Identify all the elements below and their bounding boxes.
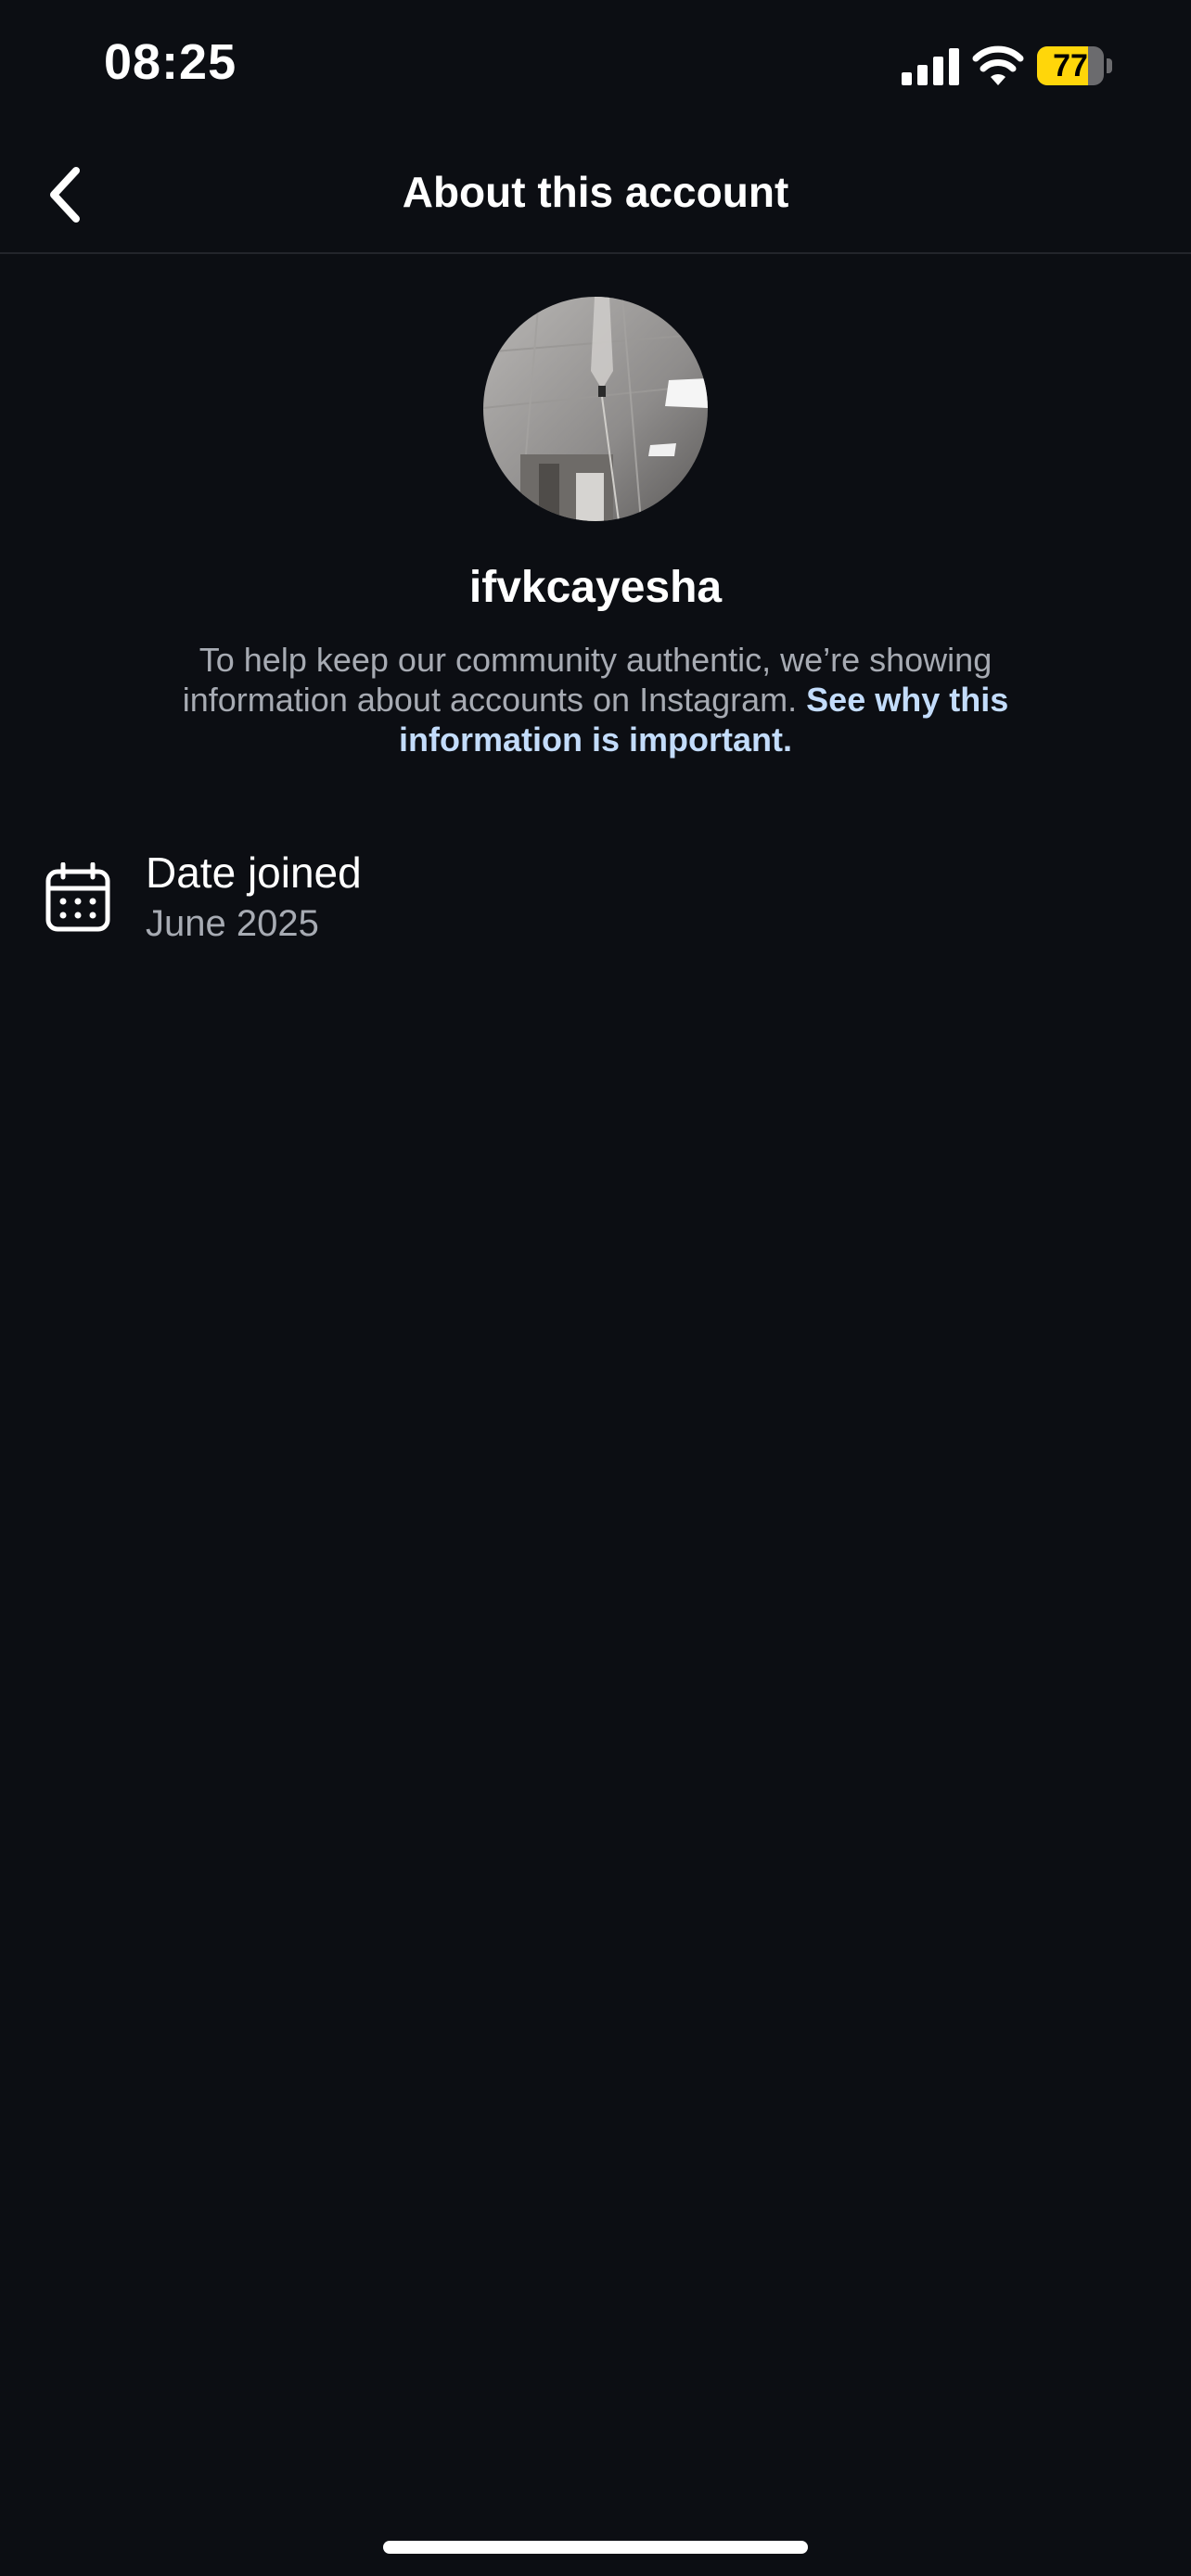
calendar-icon bbox=[45, 862, 110, 932]
username: ifvkcayesha bbox=[468, 563, 723, 612]
battery-level: 77 bbox=[1053, 48, 1088, 83]
nav-header: About this account bbox=[0, 139, 1191, 254]
signal-icon bbox=[902, 48, 959, 85]
profile-photo bbox=[483, 297, 708, 521]
battery-icon: 77 bbox=[1037, 46, 1112, 85]
date-joined-label: Date joined bbox=[146, 848, 362, 897]
date-joined-row: Date joined June 2025 bbox=[0, 844, 1191, 955]
page-title: About this account bbox=[402, 168, 789, 216]
about-account-screen: 08:25 77 About this account ifvkcayesha … bbox=[0, 0, 1191, 2576]
date-joined-value: June 2025 bbox=[146, 903, 319, 944]
wifi-icon bbox=[972, 45, 1024, 85]
status-time: 08:25 bbox=[104, 34, 237, 90]
account-info-description: To help keep our community authentic, we… bbox=[121, 640, 1070, 759]
avatar[interactable] bbox=[483, 297, 708, 521]
status-bar: 08:25 77 bbox=[0, 0, 1191, 139]
home-indicator[interactable] bbox=[383, 2541, 808, 2554]
